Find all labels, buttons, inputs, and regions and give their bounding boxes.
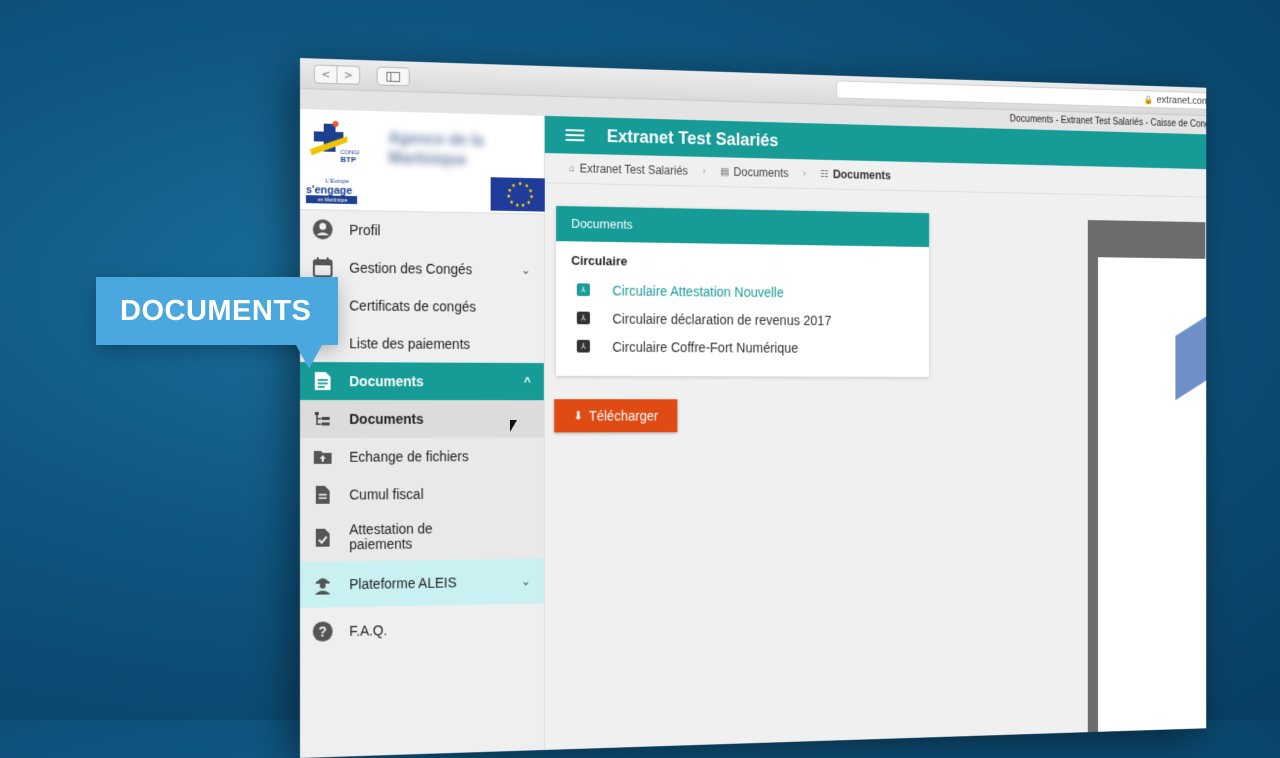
sidebar-item-label: Echange de fichiers [349,448,469,465]
worker-icon [312,573,334,595]
svg-text:BTP: BTP [340,155,356,164]
sidebar-item-label: Profil [349,221,381,239]
document-label: Circulaire Attestation Nouvelle [612,282,784,300]
mouse-cursor-icon [510,420,517,432]
callout-pointer [296,345,322,369]
card-header: Documents [556,205,930,248]
svg-text:en Martinique: en Martinique [318,198,348,205]
callout-label: DOCUMENTS [96,277,338,345]
folder-upload-icon [312,446,334,468]
document-link[interactable]: ⅄ Circulaire déclaration de revenus 2017 [571,304,915,335]
breadcrumb-separator: › [702,165,706,177]
breadcrumb-home[interactable]: Extranet Test Salariés [580,162,688,178]
file-text-icon [312,484,334,506]
sidebar-subitem-echange-fichiers[interactable]: Echange de fichiers [300,437,544,476]
section-title: Circulaire [571,253,628,269]
sidebar-item-faq[interactable]: ? F.A.Q. [300,603,544,656]
sidebar-toggle-icon [386,71,401,83]
download-button[interactable]: ⬇ Télécharger [554,399,678,433]
logo-area: CONGES BTP Agence de la Martinique L'Euro… [300,109,550,215]
user-circle-icon [312,218,334,240]
document-preview-page [1098,257,1207,739]
main-content: Extranet Test Salariés ⌂ Extranet Test S… [544,115,1207,750]
browser-nav-buttons: < > [313,64,361,85]
chevron-down-icon: ⌄ [521,574,531,589]
sidebar-item-label: Gestion des Congés [349,259,473,278]
folder-tree-icon: ☷ [820,168,829,180]
documents-card: Documents Circulaire ⅄ Circulaire Attest… [556,205,930,377]
sidebar-item-documents[interactable]: Documents ^ [300,362,544,401]
europe-engage-logo: L'Europe s'engage en Martinique [304,175,359,206]
svg-text:?: ? [319,624,327,639]
app-title: Extranet Test Salariés [606,125,779,150]
download-icon: ⬇ [573,408,584,423]
svg-text:s'engage: s'engage [306,184,352,197]
document-link[interactable]: ⅄ Circulaire Attestation Nouvelle [571,275,915,307]
card-body: Circulaire ⅄ Circulaire Attestation Nouv… [556,241,929,377]
document-icon: ▤ [720,166,730,178]
breadcrumb-current: Documents [832,167,891,183]
document-icon [312,370,334,392]
sidebar-item-label: Documents [349,410,424,427]
pdf-icon: ⅄ [576,339,590,353]
sidebar-subitem-cumul-fiscal[interactable]: Cumul fiscal [300,474,544,514]
sidebar-item-label: Plateforme ALEIS [349,574,457,593]
menu-icon[interactable] [565,126,585,144]
breadcrumb-section[interactable]: Documents [734,165,789,180]
pdf-icon: ⅄ [576,311,590,325]
forward-button[interactable]: > [337,65,361,85]
url-text: extranet.con [1156,94,1207,107]
sidebar-item-plateforme-aleis[interactable]: Plateforme ALEIS ⌄ [300,558,544,608]
document-label: Circulaire déclaration de revenus 2017 [612,310,832,328]
chevron-down-icon: ⌄ [521,263,531,277]
back-button[interactable]: < [313,64,338,85]
document-preview-panel [1087,219,1207,739]
folder-tree-icon [312,408,334,430]
sidebar: CONGES BTP Agence de la Martinique L'Euro… [300,109,550,758]
chevron-up-icon: ^ [523,374,531,389]
file-check-icon [312,527,334,549]
download-label: Télécharger [588,408,659,424]
sidebar-subitem-attestation[interactable]: Attestation de paiements [300,511,544,562]
sidebar-toggle-button[interactable] [376,66,410,87]
calendar-icon [312,256,334,278]
eu-flag-logo [490,177,550,212]
sidebar-item-label: Documents [349,373,424,390]
app: CONGES BTP Agence de la Martinique L'Euro… [300,109,1207,758]
sidebar-item-label: Certificats de congés [349,297,477,315]
sidebar-item-label: Liste des paiements [349,335,471,352]
conges-btp-logo: CONGES BTP [309,120,359,164]
document-link[interactable]: ⅄ Circulaire Coffre-Fort Numérique [571,332,915,362]
pdf-icon: ⅄ [576,283,590,297]
address-bar[interactable]: 🔒 extranet.con [836,80,1207,110]
breadcrumb-separator: › [802,168,807,179]
sidebar-subitem-documents[interactable]: Documents [300,400,544,438]
browser-window: < > 🔒 extranet.con Documents - Extranet T… [300,58,1207,758]
document-label: Circulaire Coffre-Fort Numérique [612,338,799,356]
home-icon: ⌂ [569,162,575,174]
sidebar-item-profil[interactable]: Profil [300,210,544,252]
lock-icon: 🔒 [1143,94,1154,105]
preview-logo-shape [1175,309,1207,401]
sidebar-item-label: Attestation de paiements [349,520,433,553]
sidebar-item-label: F.A.Q. [349,622,388,639]
agency-name-blurred: Agence de la Martinique [388,130,484,169]
help-icon: ? [312,620,334,642]
sidebar-item-label: Cumul fiscal [349,486,424,503]
